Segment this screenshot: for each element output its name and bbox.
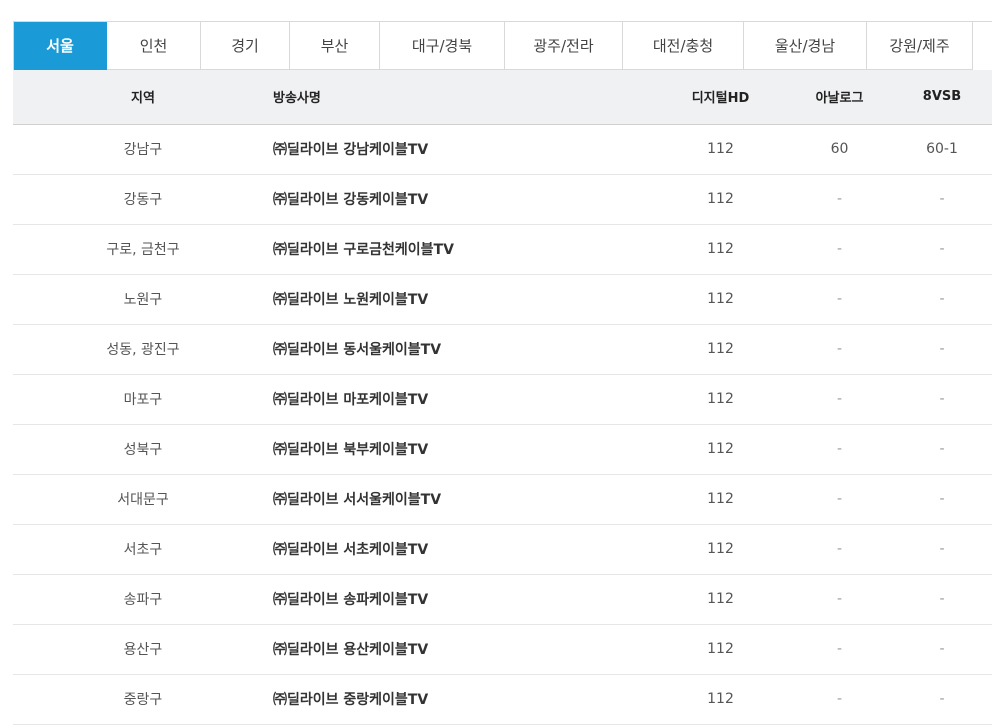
cell-8vsb: - bbox=[892, 524, 992, 575]
cell-analog: - bbox=[787, 374, 892, 425]
cell-broadcaster: ㈜딜라이브 마포케이블TV bbox=[273, 374, 654, 425]
cell-analog: - bbox=[787, 474, 892, 525]
tab-gangwon-jeju[interactable]: 강원/제주 bbox=[867, 22, 973, 70]
cell-digital-hd: 112 bbox=[654, 574, 787, 625]
cell-broadcaster: ㈜딜라이브 서서울케이블TV bbox=[273, 474, 654, 525]
cell-digital-hd: 112 bbox=[654, 224, 787, 275]
cell-digital-hd: 112 bbox=[654, 524, 787, 575]
cell-region: 노원구 bbox=[13, 274, 273, 325]
header-analog: 아날로그 bbox=[787, 70, 892, 125]
cell-region: 마포구 bbox=[13, 374, 273, 425]
cell-region: 송파구 bbox=[13, 574, 273, 625]
cell-8vsb: - bbox=[892, 224, 992, 275]
cell-analog: - bbox=[787, 674, 892, 725]
cell-analog: - bbox=[787, 324, 892, 375]
header-digital-hd: 디지털HD bbox=[654, 70, 787, 125]
channel-guide: 서울 인천 경기 부산 대구/경북 광주/전라 대전/충청 울산/경남 강원/제… bbox=[13, 21, 992, 725]
cell-digital-hd: 112 bbox=[654, 124, 787, 175]
cell-8vsb: - bbox=[892, 624, 992, 675]
cell-digital-hd: 112 bbox=[654, 274, 787, 325]
header-broadcaster: 방송사명 bbox=[273, 70, 654, 125]
cell-region: 서초구 bbox=[13, 524, 273, 575]
cell-analog: - bbox=[787, 224, 892, 275]
cell-digital-hd: 112 bbox=[654, 624, 787, 675]
cell-analog: - bbox=[787, 574, 892, 625]
table-body: 강남구 ㈜딜라이브 강남케이블TV 112 60 60-1 강동구 ㈜딜라이브 강동케이블T… bbox=[13, 124, 992, 725]
cell-broadcaster: ㈜딜라이브 송파케이블TV bbox=[273, 574, 654, 625]
cell-region: 구로, 금천구 bbox=[13, 224, 273, 275]
table-row: 강남구 ㈜딜라이브 강남케이블TV 112 60 60-1 bbox=[13, 124, 992, 175]
cell-broadcaster: ㈜딜라이브 강동케이블TV bbox=[273, 174, 654, 225]
cell-broadcaster: ㈜딜라이브 용산케이블TV bbox=[273, 624, 654, 675]
tab-daegu-gyeongbuk[interactable]: 대구/경북 bbox=[380, 22, 505, 70]
tab-busan[interactable]: 부산 bbox=[290, 22, 380, 70]
table-row: 성북구 ㈜딜라이브 북부케이블TV 112- - bbox=[13, 424, 992, 475]
cell-region: 중랑구 bbox=[13, 674, 273, 725]
table-header-row: 지역 방송사명 디지털HD 아날로그 8VSB bbox=[13, 70, 992, 125]
cell-analog: 60 bbox=[787, 124, 892, 175]
table-row: 송파구 ㈜딜라이브 송파케이블TV 112- - bbox=[13, 574, 992, 625]
tab-daejeon-chungcheong[interactable]: 대전/충청 bbox=[623, 22, 744, 70]
cell-8vsb: - bbox=[892, 174, 992, 225]
tab-incheon[interactable]: 인천 bbox=[107, 22, 201, 70]
table-row: 구로, 금천구 ㈜딜라이브 구로금천케이블TV 112- - bbox=[13, 224, 992, 275]
table-row: 노원구 ㈜딜라이브 노원케이블TV 112- - bbox=[13, 274, 992, 325]
table-row: 서대문구 ㈜딜라이브 서서울케이블TV 112- - bbox=[13, 474, 992, 525]
cell-broadcaster: ㈜딜라이브 강남케이블TV bbox=[273, 124, 654, 175]
cell-analog: - bbox=[787, 624, 892, 675]
cell-8vsb: - bbox=[892, 574, 992, 625]
cell-8vsb: 60-1 bbox=[892, 124, 992, 175]
table-row: 용산구 ㈜딜라이브 용산케이블TV 112- - bbox=[13, 624, 992, 675]
table-row: 서초구 ㈜딜라이브 서초케이블TV 112- - bbox=[13, 524, 992, 575]
cell-8vsb: - bbox=[892, 274, 992, 325]
cell-analog: - bbox=[787, 524, 892, 575]
cell-region: 강남구 bbox=[13, 124, 273, 175]
tab-seoul[interactable]: 서울 bbox=[14, 22, 107, 70]
cell-broadcaster: ㈜딜라이브 중랑케이블TV bbox=[273, 674, 654, 725]
table-row: 성동, 광진구 ㈜딜라이브 동서울케이블TV 112- - bbox=[13, 324, 992, 375]
cell-8vsb: - bbox=[892, 424, 992, 475]
cell-analog: - bbox=[787, 274, 892, 325]
cell-digital-hd: 112 bbox=[654, 424, 787, 475]
cell-analog: - bbox=[787, 424, 892, 475]
cell-broadcaster: ㈜딜라이브 북부케이블TV bbox=[273, 424, 654, 475]
cell-8vsb: - bbox=[892, 374, 992, 425]
tab-ulsan-gyeongnam[interactable]: 울산/경남 bbox=[744, 22, 867, 70]
header-8vsb: 8VSB bbox=[892, 70, 992, 125]
cell-region: 성북구 bbox=[13, 424, 273, 475]
table-row: 중랑구 ㈜딜라이브 중랑케이블TV 112- - bbox=[13, 674, 992, 725]
cell-region: 서대문구 bbox=[13, 474, 273, 525]
cell-analog: - bbox=[787, 174, 892, 225]
cell-digital-hd: 112 bbox=[654, 324, 787, 375]
cell-digital-hd: 112 bbox=[654, 174, 787, 225]
table-row: 강동구 ㈜딜라이브 강동케이블TV 112- - bbox=[13, 174, 992, 225]
tab-gwangju-jeolla[interactable]: 광주/전라 bbox=[505, 22, 623, 70]
cell-digital-hd: 112 bbox=[654, 474, 787, 525]
cell-region: 용산구 bbox=[13, 624, 273, 675]
cell-region: 성동, 광진구 bbox=[13, 324, 273, 375]
header-region: 지역 bbox=[13, 70, 273, 125]
tab-gyeonggi[interactable]: 경기 bbox=[201, 22, 290, 70]
cell-region: 강동구 bbox=[13, 174, 273, 225]
cell-8vsb: - bbox=[892, 674, 992, 725]
cell-digital-hd: 112 bbox=[654, 674, 787, 725]
cell-8vsb: - bbox=[892, 324, 992, 375]
cell-8vsb: - bbox=[892, 474, 992, 525]
cell-broadcaster: ㈜딜라이브 동서울케이블TV bbox=[273, 324, 654, 375]
channel-table: 지역 방송사명 디지털HD 아날로그 8VSB 강남구 ㈜딜라이브 강남케이블TV… bbox=[13, 70, 992, 725]
cell-broadcaster: ㈜딜라이브 노원케이블TV bbox=[273, 274, 654, 325]
region-tabs: 서울 인천 경기 부산 대구/경북 광주/전라 대전/충청 울산/경남 강원/제… bbox=[13, 21, 992, 70]
cell-digital-hd: 112 bbox=[654, 374, 787, 425]
cell-broadcaster: ㈜딜라이브 서초케이블TV bbox=[273, 524, 654, 575]
table-row: 마포구 ㈜딜라이브 마포케이블TV 112- - bbox=[13, 374, 992, 425]
cell-broadcaster: ㈜딜라이브 구로금천케이블TV bbox=[273, 224, 654, 275]
